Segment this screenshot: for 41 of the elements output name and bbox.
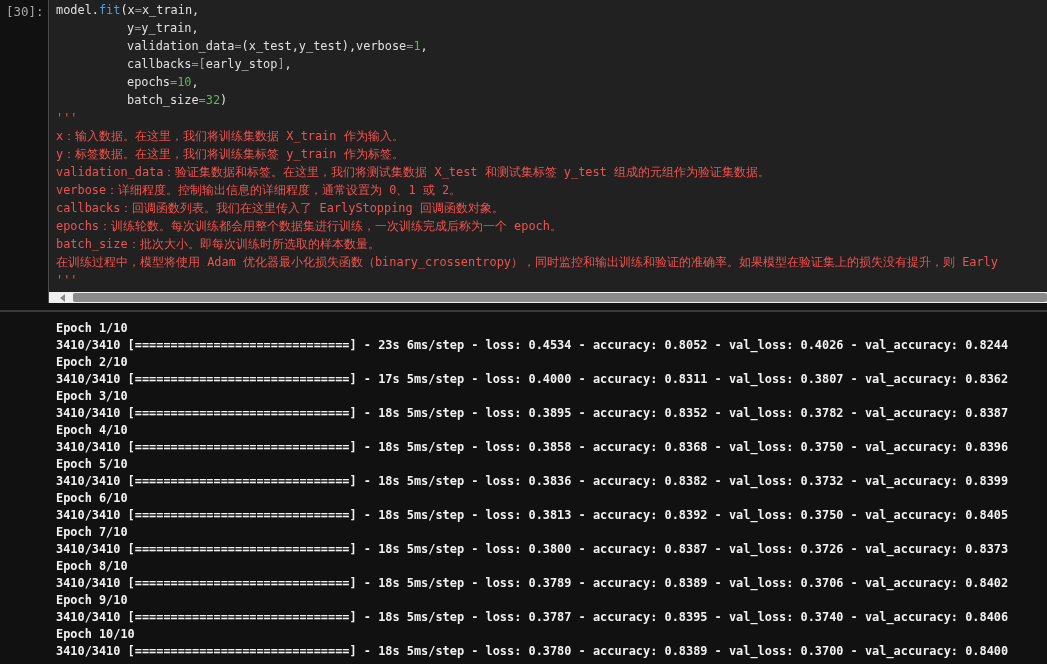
docstring-line: epochs：训练轮数。每次训练都会用整个数据集进行训练，一次训练完成后称为一个 epoch。 bbox=[56, 218, 563, 235]
scroll-left-icon[interactable] bbox=[59, 293, 67, 302]
output-line: Epoch 9/10 bbox=[56, 592, 129, 609]
output-line: Epoch 1/10 bbox=[56, 320, 129, 337]
output-line: 3410/3410 [==============================] - 18s 5ms/step - loss: 0.3800 - accuracy: 0.8387 - val_loss: 0.3726 - val_accuracy: 0.8373 bbox=[56, 541, 1010, 558]
docstring-line: ''' bbox=[56, 272, 79, 289]
output-line: Epoch 8/10 bbox=[56, 558, 129, 575]
output-line: 3410/3410 [==============================] - 18s 5ms/step - loss: 0.3780 - accuracy: 0.8389 - val_loss: 0.3700 - val_accuracy: 0.8400 bbox=[56, 643, 1010, 660]
code-cell[interactable] bbox=[48, 0, 1047, 303]
docstring-line: validation_data：验证集数据和标签。在这里，我们将测试集数据 X_test 和测试集标签 y_test 组成的元组作为验证集数据。 bbox=[56, 164, 771, 181]
code-line: batch_size=32) bbox=[126, 92, 229, 109]
output-line: Epoch 4/10 bbox=[56, 422, 129, 439]
scrollbar-thumb[interactable] bbox=[73, 293, 1047, 302]
output-line: Epoch 10/10 bbox=[56, 626, 136, 643]
output-line: Epoch 2/10 bbox=[56, 354, 129, 371]
docstring-line: verbose：详细程度。控制输出信息的详细程度，通常设置为 0、1 或 2。 bbox=[56, 182, 463, 199]
code-line: y=y_train, bbox=[126, 20, 200, 37]
docstring-line: 在训练过程中，模型将使用 Adam 优化器最小化损失函数（binary_crossentropy），同时监控和输出训练和验证的准确率。如果模型在验证集上的损失没有提升，则 Early bbox=[56, 254, 999, 271]
code-line: callbacks=[early_stop], bbox=[126, 56, 293, 73]
horizontal-scrollbar[interactable] bbox=[49, 292, 1047, 303]
output-line: 3410/3410 [==============================] - 18s 5ms/step - loss: 0.3895 - accuracy: 0.8352 - val_loss: 0.3782 - val_accuracy: 0.8387 bbox=[56, 405, 1010, 422]
output-line: 3410/3410 [==============================] - 18s 5ms/step - loss: 0.3836 - accuracy: 0.8382 - val_loss: 0.3732 - val_accuracy: 0.8399 bbox=[56, 473, 1010, 490]
output-line: 3410/3410 [==============================] - 18s 5ms/step - loss: 0.3858 - accuracy: 0.8368 - val_loss: 0.3750 - val_accuracy: 0.8396 bbox=[56, 439, 1010, 456]
output-line: 3410/3410 [==============================] - 18s 5ms/step - loss: 0.3789 - accuracy: 0.8389 - val_loss: 0.3706 - val_accuracy: 0.8402 bbox=[56, 575, 1010, 592]
output-line: Epoch 5/10 bbox=[56, 456, 129, 473]
output-line: Epoch 3/10 bbox=[56, 388, 129, 405]
code-line: validation_data=(x_test,y_test),verbose=1, bbox=[126, 38, 429, 55]
docstring-line: ''' bbox=[56, 110, 79, 127]
output-line: Epoch 7/10 bbox=[56, 524, 129, 541]
output-line: 3410/3410 [==============================] - 18s 5ms/step - loss: 0.3813 - accuracy: 0.8392 - val_loss: 0.3750 - val_accuracy: 0.8405 bbox=[56, 507, 1010, 524]
output-line: 3410/3410 [==============================] - 18s 5ms/step - loss: 0.3787 - accuracy: 0.8395 - val_loss: 0.3740 - val_accuracy: 0.8406 bbox=[56, 609, 1010, 626]
docstring-line: callbacks：回调函数列表。我们在这里传入了 EarlyStopping 回调函数对象。 bbox=[56, 200, 505, 217]
output-line: 3410/3410 [==============================] - 23s 6ms/step - loss: 0.4534 - accuracy: 0.8052 - val_loss: 0.4026 - val_accuracy: 0.8244 bbox=[56, 337, 1010, 354]
docstring-line: y：标签数据。在这里，我们将训练集标签 y_train 作为标签。 bbox=[56, 146, 405, 163]
code-line: epochs=10, bbox=[126, 74, 200, 91]
docstring-line: batch_size：批次大小。即每次训练时所选取的样本数量。 bbox=[56, 236, 381, 253]
code-line: model.fit(x=x_train, bbox=[56, 2, 201, 19]
cell-prompt: [30]: bbox=[5, 3, 45, 21]
output-line: Epoch 6/10 bbox=[56, 490, 129, 507]
docstring-line: x：输入数据。在这里，我们将训练集数据 X_train 作为输入。 bbox=[56, 128, 405, 145]
output-line: 3410/3410 [==============================] - 17s 5ms/step - loss: 0.4000 - accuracy: 0.8311 - val_loss: 0.3807 - val_accuracy: 0.8362 bbox=[56, 371, 1010, 388]
